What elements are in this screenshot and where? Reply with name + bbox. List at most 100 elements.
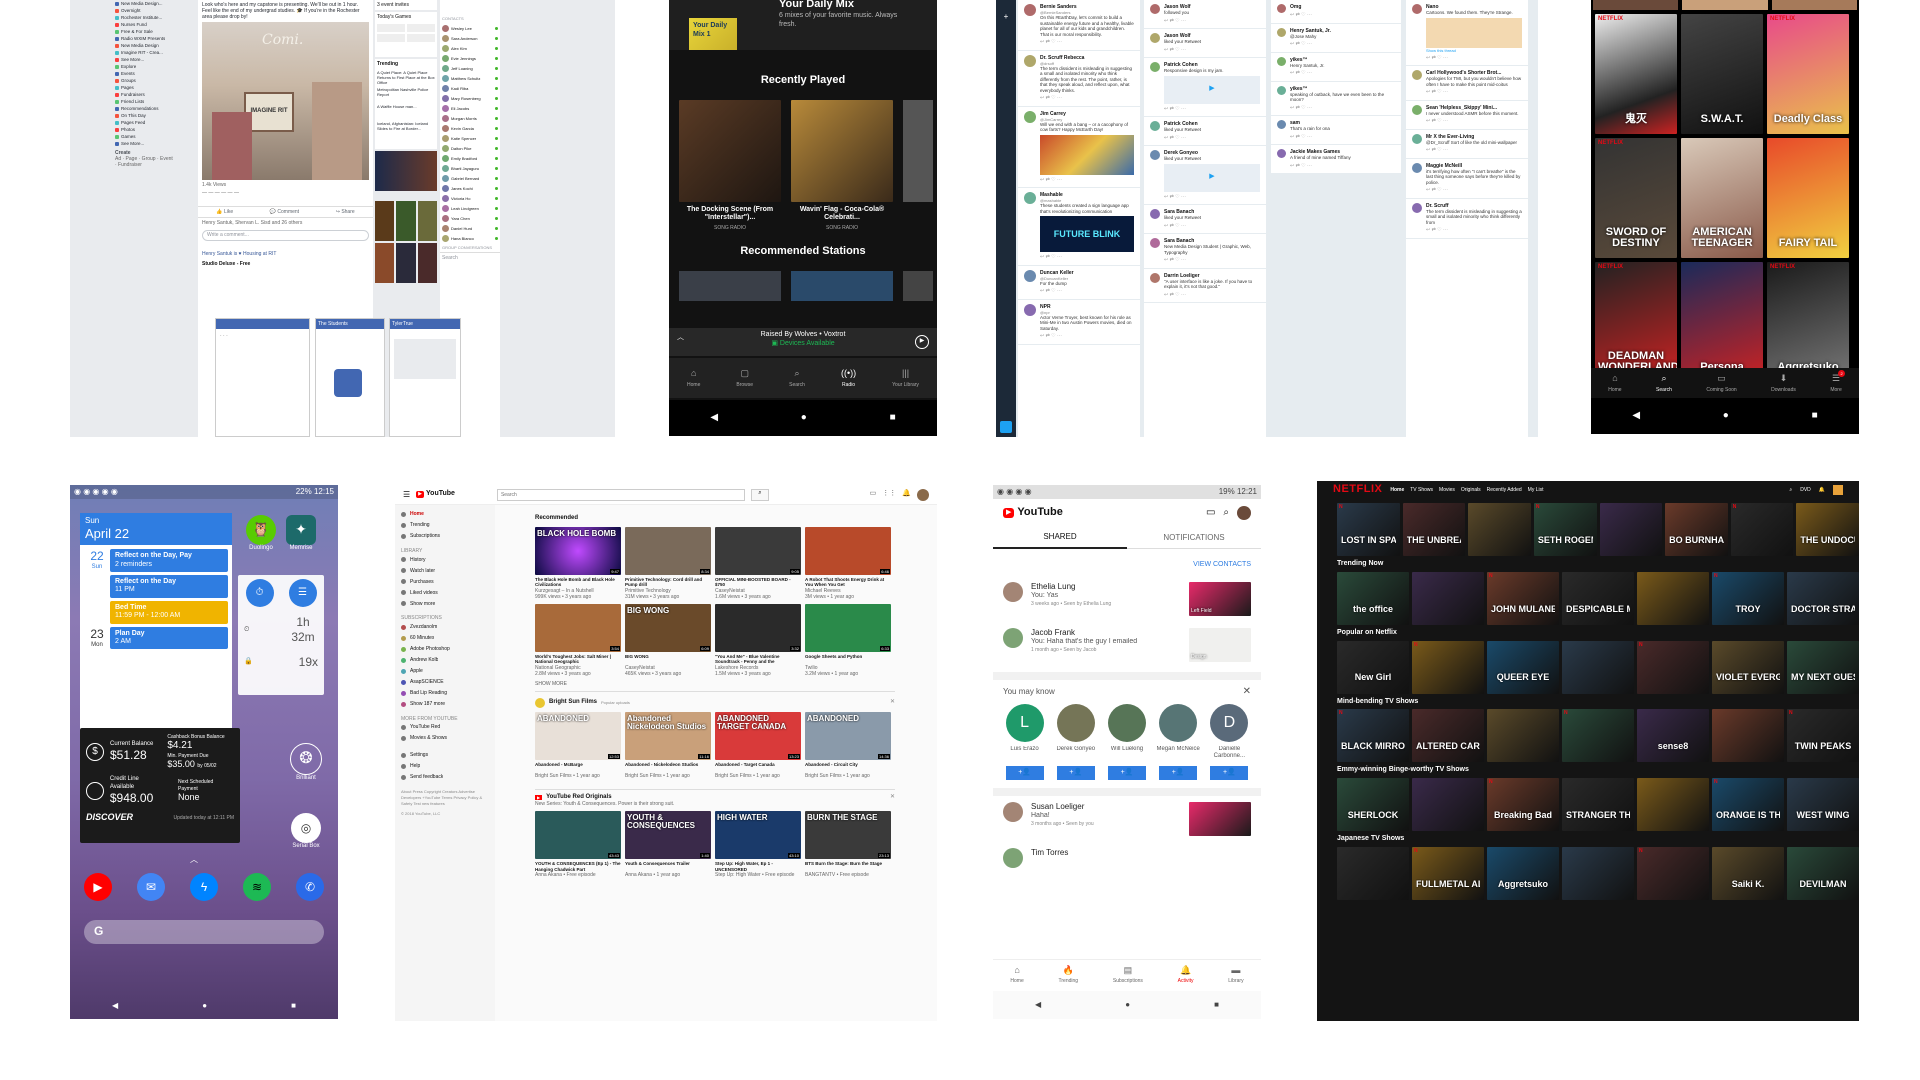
tweet-actions[interactable]: ↩ ⇄ ♡ ⋯: [1290, 12, 1395, 18]
app-duolingo[interactable]: 🦉 Duolingo: [244, 515, 278, 553]
tweet-actions[interactable]: ↩ ⇄ ♡ ⋯: [1426, 147, 1522, 153]
add-contact-button[interactable]: +👤: [1005, 766, 1044, 781]
contact-item[interactable]: Yara Chen: [440, 213, 500, 223]
sidebar-item[interactable]: YouTube Red: [401, 722, 489, 733]
shared-conversation[interactable]: Ethelia Lung You: Yas 3 weeks ago • Seen b…: [993, 576, 1261, 622]
tweet-card[interactable]: sam That's a rain for ona ↩ ⇄ ♡ ⋯: [1271, 116, 1401, 145]
video-card[interactable]: 8:34 Primitive Technology: Cord drill and…: [625, 526, 711, 600]
tweet-card[interactable]: yikes™ speaking of outback, have we even …: [1271, 81, 1401, 116]
tab-notifications[interactable]: NOTIFICATIONS: [1127, 528, 1261, 548]
contact-item[interactable]: Jeff Loaning: [440, 63, 500, 73]
calendar-event[interactable]: Plan Day 2 AM: [110, 626, 228, 650]
video-thumbnail[interactable]: Left Field: [1189, 581, 1251, 616]
tab-radio[interactable]: ((•)) Radio: [841, 368, 856, 388]
messenger-app-icon[interactable]: ϟ: [190, 873, 218, 901]
tweet-actions[interactable]: ↩ ⇄ ♡ ⋯: [1164, 135, 1260, 141]
video-card[interactable]: ABANDONED TARGET CANADA 13:23 Abandoned - …: [715, 711, 801, 779]
video-thumbnail[interactable]: 3:32: [715, 603, 801, 652]
title-poster[interactable]: S.W.A.T.: [1681, 14, 1763, 134]
tweet-card[interactable]: yikes™ Henry Santuk, Jr. ↩ ⇄ ♡ ⋯: [1271, 52, 1401, 82]
trending-item[interactable]: A Quiet Place: A Quiet Place Returns to …: [377, 70, 435, 85]
back-icon[interactable]: ◀: [710, 412, 718, 425]
contact-item[interactable]: Kevin Garcia: [440, 123, 500, 133]
video-thumbnail[interactable]: Design: [1189, 627, 1251, 662]
title-card[interactable]: the office: [1337, 571, 1409, 625]
add-contact-button[interactable]: +👤: [1056, 766, 1095, 781]
tweetdeck-logo-icon[interactable]: [1000, 421, 1012, 433]
title-card[interactable]: THE UNDOCUMENTED: [1796, 503, 1859, 556]
tweet-card[interactable]: Henry Santuk, Jr. @Jose Mahy ↩ ⇄ ♡ ⋯: [1271, 23, 1401, 53]
title-card[interactable]: THE UNBREAKABLE KIMMY SCHMIDT: [1402, 503, 1466, 556]
video-card[interactable]: BLACK HOLE BOMB 9:47 The Black Hole Bomb a…: [535, 526, 621, 600]
sidebar-item[interactable]: Send feedback: [401, 772, 489, 783]
tweet-image[interactable]: [1426, 17, 1522, 48]
sidebar-item[interactable]: History: [401, 554, 489, 565]
title-card[interactable]: N: [1730, 503, 1794, 556]
youtube-app-icon[interactable]: ▶: [84, 873, 112, 901]
row-title[interactable]: Emmy-winning Binge-worthy TV Shows: [1337, 766, 1859, 775]
sidebar-item[interactable]: Bad Lip Reading: [401, 688, 489, 699]
fb-menu-item[interactable]: Overnight: [115, 8, 195, 14]
contact-item[interactable]: Wesley Lee: [440, 23, 500, 33]
fb-menu-item[interactable]: New Media Design...: [115, 1, 195, 7]
tweet-actions[interactable]: ↩ ⇄ ♡ ⋯: [1040, 254, 1134, 260]
title-card[interactable]: [1412, 571, 1484, 625]
video-card[interactable]: BIG WONG 6:09 BIG WONG CaseyNeistat 465K vie…: [625, 603, 711, 677]
timer-icon[interactable]: ⏱: [245, 579, 274, 607]
tweet-card[interactable]: Duncan Keller @DuncanKeller For the dump ↩ …: [1018, 265, 1140, 300]
create-links[interactable]: Ad · Page · Group · Event · Fundraiser: [115, 156, 175, 168]
title-card[interactable]: ALTERED CARBON: [1412, 709, 1484, 763]
contact-item[interactable]: Eli Jacobs: [440, 103, 500, 113]
video-thumbnail[interactable]: BURN THE STAGE 23:13: [805, 811, 891, 860]
fb-menu-item[interactable]: Explore: [115, 64, 195, 70]
fb-menu-item[interactable]: See More...: [115, 141, 195, 147]
title-card[interactable]: DEVILMAN: [1787, 846, 1859, 900]
tweet-card[interactable]: Mr X the Ever-Living @Dr_Scruff Sort of l…: [1406, 129, 1528, 159]
tweet-actions[interactable]: ↩ ⇄ ♡ ⋯: [1164, 47, 1260, 53]
contact-item[interactable]: Sara Anderson: [440, 33, 500, 43]
tweet-card[interactable]: Maggie McNeill it's terrifying how often …: [1406, 158, 1528, 199]
title-card[interactable]: [1468, 503, 1531, 556]
tweet-card[interactable]: Sara Banach liked your Retweet ↩ ⇄ ♡ ⋯: [1144, 205, 1266, 234]
list-icon[interactable]: ☰: [288, 579, 317, 607]
home-icon[interactable]: ●: [1125, 1000, 1130, 1010]
video-card[interactable]: 6:46 A Robot That Shoots Energy Drink at …: [805, 526, 891, 600]
contact-item[interactable]: Katie Spencer: [440, 133, 500, 143]
video-card[interactable]: Abandoned Nickelodeon Studios 11:16 Abando…: [625, 711, 711, 779]
title-card[interactable]: N: [1637, 846, 1709, 900]
tweet-actions[interactable]: ↩ ⇄ ♡ ⋯: [1040, 177, 1134, 183]
tweet-actions[interactable]: ↩ ⇄ ♡ ⋯: [1164, 106, 1260, 112]
tweet-actions[interactable]: ↩ ⇄ ♡ ⋯: [1164, 18, 1260, 24]
tweet-card[interactable]: Derek Gonyeo liked your Retweet ▶ ↩ ⇄ ♡ ⋯: [1144, 146, 1266, 205]
suggested-contact[interactable]: Will Lueking +👤: [1105, 704, 1149, 781]
fb-menu-item[interactable]: Pages: [115, 85, 195, 91]
add-contact-button[interactable]: +👤: [1159, 766, 1198, 781]
game-thumb[interactable]: [396, 243, 416, 284]
video-card[interactable]: BURN THE STAGE 23:13 BTS Burn the Stage: B…: [805, 811, 891, 878]
video-thumbnail[interactable]: YOUTH & CONSEQUENCES 1:40: [625, 811, 711, 860]
tweet-actions[interactable]: ↩ ⇄ ♡ ⋯: [1040, 333, 1134, 339]
tweet-image[interactable]: [1040, 134, 1134, 175]
tab-trending[interactable]: 🔥 Trending: [1059, 965, 1079, 985]
suggested-contact[interactable]: L Luis Erazo +👤: [1003, 704, 1047, 781]
youtube-logo[interactable]: ▶ YouTube: [1003, 506, 1063, 520]
share-button[interactable]: ↪ Share: [336, 209, 355, 215]
tab-home[interactable]: ⌂ Home: [1010, 965, 1023, 985]
tweet-video[interactable]: ▶: [1164, 75, 1260, 104]
messages-app-icon[interactable]: ✉: [137, 873, 165, 901]
tweet-actions[interactable]: ↩ ⇄ ♡ ⋯: [1426, 118, 1522, 124]
sidebar-item[interactable]: Andrew Kolb: [401, 655, 489, 666]
home-icon[interactable]: ●: [1723, 410, 1729, 423]
title-card[interactable]: NJOHN MULANEY: [1487, 571, 1559, 625]
post2-author[interactable]: Henry Santuk is ♥ Housing at RIT: [198, 249, 373, 259]
tweet-actions[interactable]: ↩ ⇄ ♡ ⋯: [1426, 55, 1522, 61]
contact-item[interactable]: Gabriel Bernard: [440, 173, 500, 183]
tweet-card[interactable]: Jason Wolf followed you ↩ ⇄ ♡ ⋯: [1144, 0, 1266, 29]
sidebar-item[interactable]: Show 187 more: [401, 699, 489, 710]
fb-menu-item[interactable]: Imagine RIT - Crea...: [115, 50, 195, 56]
title-card[interactable]: STRANGER THINGS: [1562, 778, 1634, 831]
video-card[interactable]: 43:43 YOUTH & CONSEQUENCES (Ep 1) - The H…: [535, 811, 621, 878]
close-icon[interactable]: ✕: [890, 699, 895, 707]
footer-links[interactable]: About Press Copyright Creators Advertise…: [401, 789, 489, 807]
sidebar-item[interactable]: Liked videos: [401, 587, 489, 598]
